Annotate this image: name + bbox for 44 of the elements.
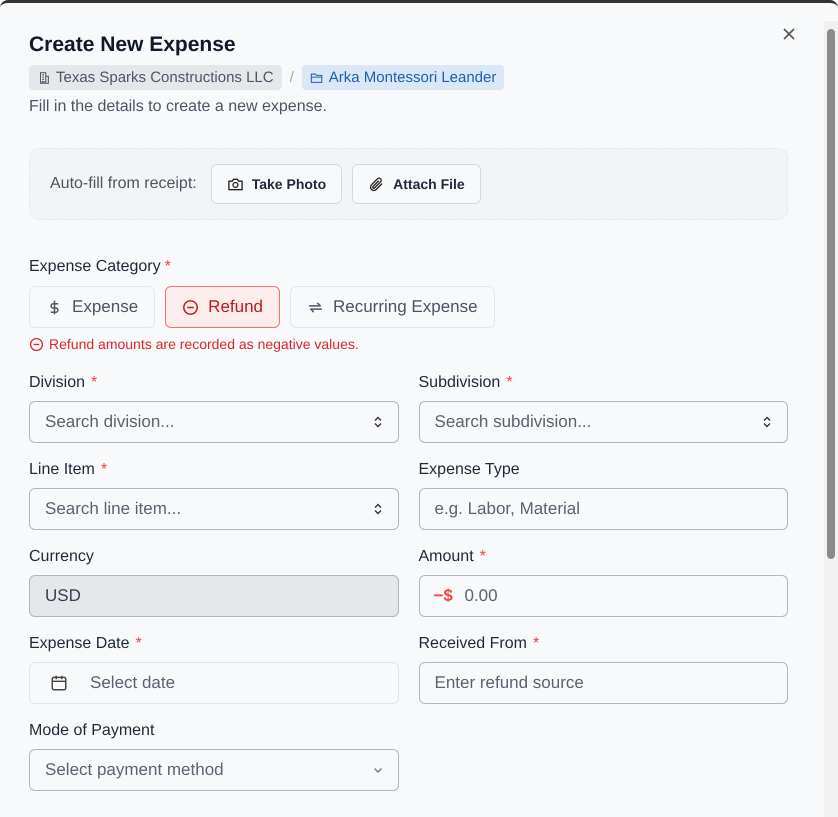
autofill-label: Auto-fill from receipt:: [50, 175, 197, 193]
company-badge[interactable]: Texas Sparks Constructions LLC: [29, 65, 282, 90]
project-badge[interactable]: Arka Montessori Leander: [302, 65, 504, 90]
minus-circle-icon: [29, 336, 44, 352]
paperclip-icon: [368, 176, 386, 192]
field-label: Amount: [418, 548, 474, 566]
field-label: Mode of Payment: [29, 722, 154, 740]
refund-note: Refund amounts are recorded as negative values.: [49, 336, 359, 352]
field-label: Line Item: [29, 461, 95, 479]
close-icon[interactable]: [782, 27, 796, 41]
combobox-field[interactable]: Search subdivision...: [418, 401, 788, 443]
camera-icon: [226, 176, 244, 192]
combobox-field[interactable]: Search line item...: [29, 488, 398, 530]
category-option[interactable]: Expense: [29, 286, 156, 328]
required-mark: *: [136, 635, 142, 653]
text-field[interactable]: Enter refund source: [418, 662, 788, 704]
text-field[interactable]: e.g. Labor, Material: [418, 488, 788, 530]
required-mark: *: [100, 461, 108, 479]
category-option[interactable]: Recurring Expense: [290, 286, 495, 328]
field-label: Division: [29, 374, 86, 392]
required-mark: *: [480, 548, 486, 566]
field-label: Subdivision: [418, 374, 500, 392]
field-label: Expense Category: [29, 258, 161, 276]
currency-prefix: −$: [434, 586, 453, 606]
category-option[interactable]: Refund: [165, 286, 280, 328]
minus-circle-icon: [182, 298, 200, 316]
date-field[interactable]: Select date: [29, 662, 398, 704]
field-label: Expense Date: [29, 635, 130, 653]
required-mark: *: [91, 374, 98, 392]
select-field[interactable]: Select payment method: [29, 749, 398, 791]
field-label: Currency: [29, 548, 94, 566]
combobox-field[interactable]: Search division...: [29, 401, 398, 443]
attach-file-button[interactable]: Attach File: [352, 164, 481, 204]
required-mark: *: [506, 374, 513, 392]
calendar-icon: [50, 674, 68, 692]
take-photo-button[interactable]: Take Photo: [210, 164, 342, 204]
scrollbar[interactable]: [824, 21, 838, 817]
field-label: Received From: [418, 635, 527, 653]
field-label: Expense Type: [418, 461, 520, 479]
dialog-description: Fill in the details to create a new expense.: [29, 98, 328, 116]
breadcrumb-separator: /: [290, 69, 294, 86]
dialog-title: Create New Expense: [29, 33, 237, 57]
required-mark: *: [164, 258, 171, 276]
required-mark: *: [532, 635, 540, 653]
